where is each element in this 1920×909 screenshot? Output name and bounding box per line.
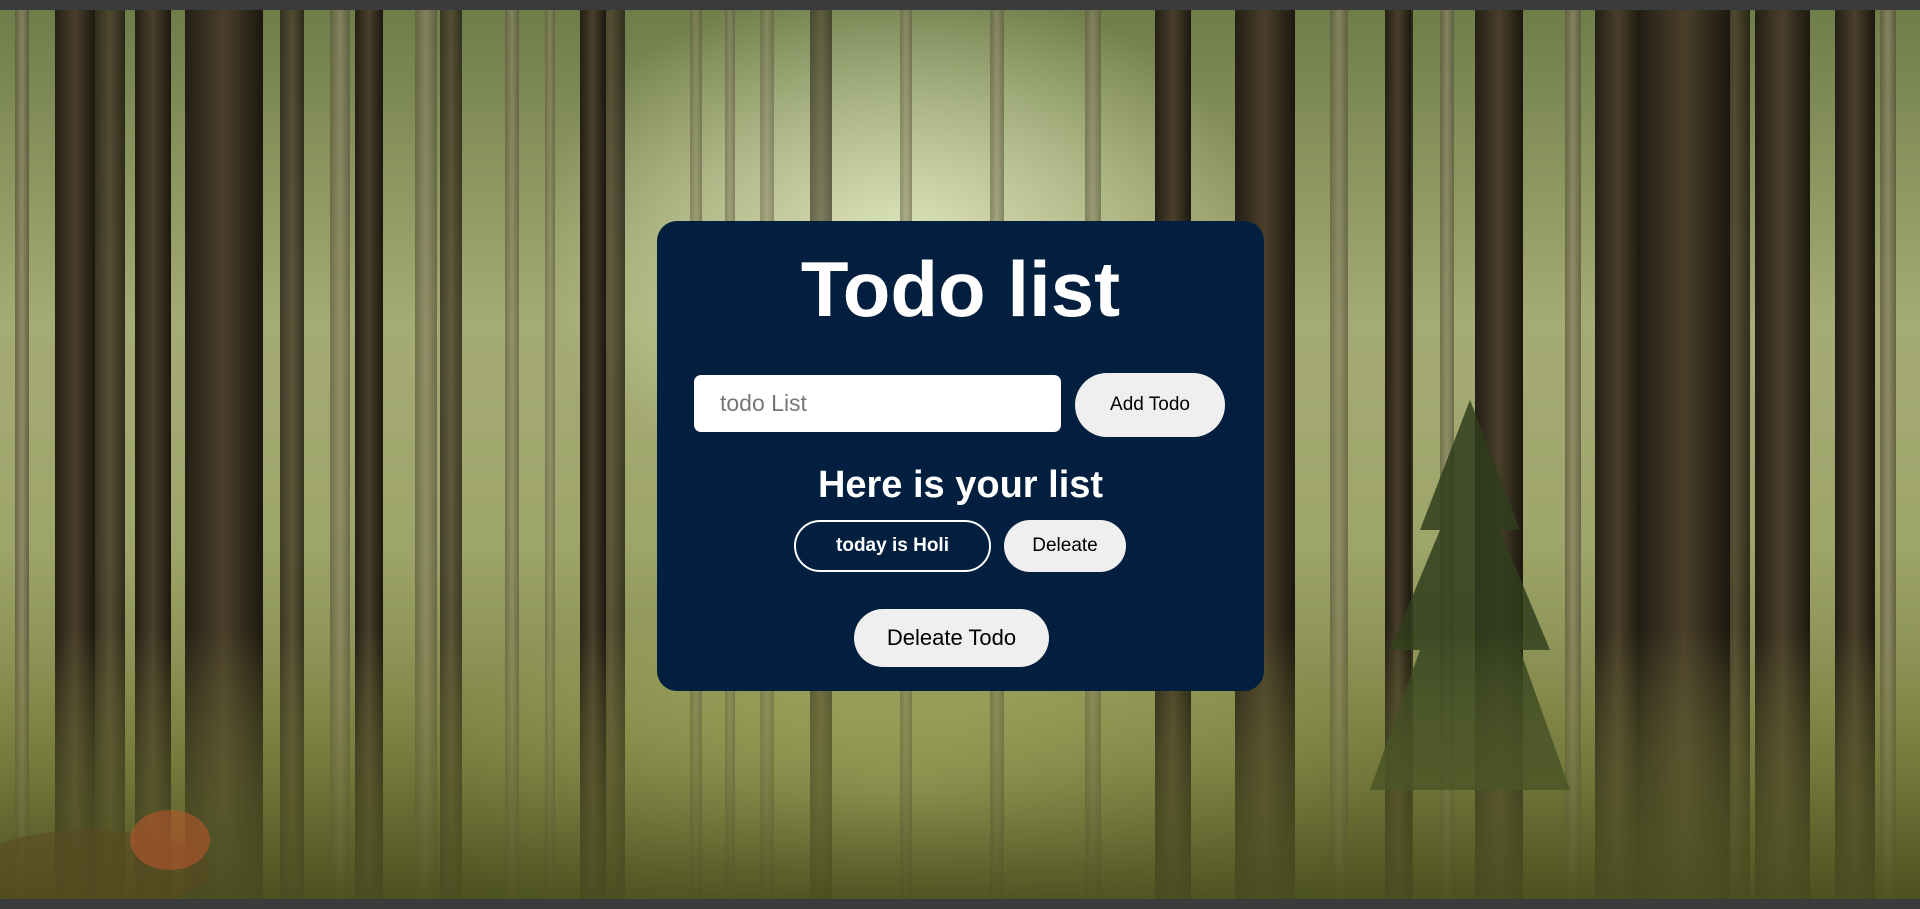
- browser-bottom-bar: [0, 899, 1920, 909]
- add-todo-button[interactable]: Add Todo: [1075, 373, 1225, 437]
- todo-input[interactable]: [694, 375, 1061, 432]
- browser-top-bar: [0, 0, 1920, 10]
- list-heading: Here is your list: [817, 464, 1104, 506]
- todo-item: today is Holi: [794, 520, 991, 572]
- delete-all-todos-button[interactable]: Deleate Todo: [854, 609, 1049, 667]
- delete-item-button[interactable]: Deleate: [1004, 520, 1126, 572]
- todo-card: Todo list Add Todo Here is your list tod…: [657, 221, 1264, 691]
- page-title: Todo list: [800, 245, 1121, 333]
